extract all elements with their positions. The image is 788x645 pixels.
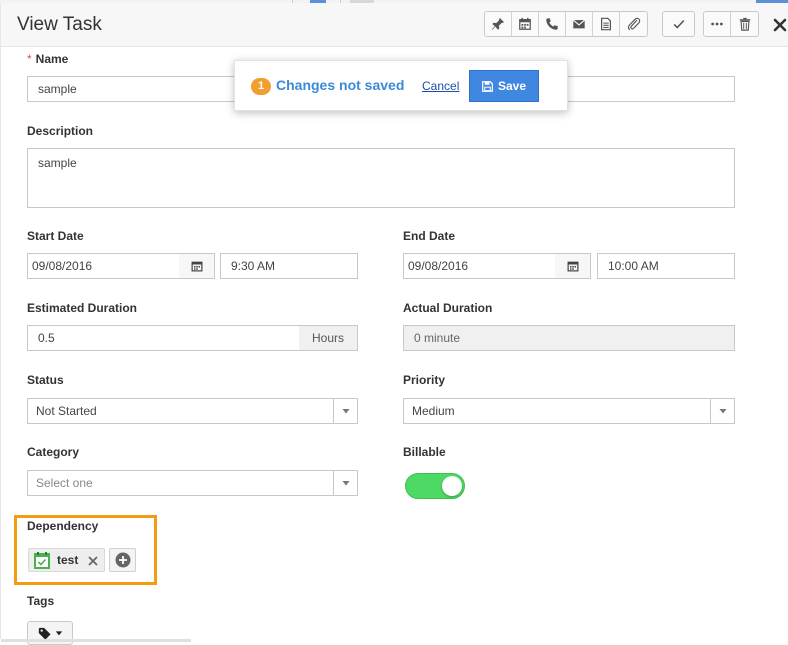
dropdown-arrow <box>333 471 357 495</box>
remove-icon[interactable] <box>87 555 99 567</box>
pin-icon <box>491 17 505 30</box>
bottom-divider <box>1 639 191 642</box>
toggle-knob <box>442 476 462 496</box>
dialog-header: View Task <box>1 3 788 47</box>
priority-selected-value: Medium <box>412 404 455 418</box>
unsaved-count-badge: 1 <box>251 78 271 95</box>
actual-duration-field: 0 minute <box>403 325 735 351</box>
billable-label: Billable <box>403 445 446 459</box>
close-icon[interactable] <box>772 17 788 33</box>
attachment-button[interactable] <box>620 12 647 36</box>
email-button[interactable] <box>566 12 593 36</box>
calendar-icon <box>191 261 202 272</box>
call-button[interactable] <box>539 12 566 36</box>
more-icon <box>711 22 723 26</box>
dependency-chip-label: test <box>57 553 79 567</box>
add-dependency-button[interactable] <box>109 548 136 572</box>
category-placeholder: Select one <box>36 476 93 490</box>
save-button[interactable]: Save <box>469 70 539 102</box>
caret-down-icon <box>342 409 349 414</box>
phone-icon <box>546 18 558 30</box>
status-label: Status <box>27 373 64 387</box>
save-button-label: Save <box>497 79 527 93</box>
floppy-disk-icon <box>482 80 493 92</box>
actual-duration-label: Actual Duration <box>403 301 493 315</box>
category-select[interactable]: Select one <box>27 470 358 496</box>
unsaved-changes-popup: 1 Changes not saved Cancel Save <box>234 60 568 111</box>
status-select[interactable]: Not Started <box>27 398 358 424</box>
dependency-chip[interactable]: test <box>28 548 105 572</box>
check-icon <box>673 19 684 29</box>
mark-complete-button[interactable] <box>663 12 694 36</box>
dependency-label: Dependency <box>27 519 99 533</box>
duration-unit-addon: Hours <box>299 325 358 351</box>
dropdown-arrow <box>710 399 734 423</box>
caret-down-icon <box>342 481 349 486</box>
cancel-link[interactable]: Cancel <box>422 79 459 93</box>
start-time-input[interactable]: 9:30 AM <box>220 253 358 279</box>
plus-circle-icon <box>115 552 130 568</box>
mail-icon <box>572 19 586 29</box>
toolbar-actions <box>484 11 648 37</box>
category-label: Category <box>27 445 80 459</box>
calendar-button[interactable] <box>512 12 539 36</box>
end-date-picker-button[interactable] <box>555 253 591 279</box>
calendar-icon <box>567 261 578 272</box>
end-time-input[interactable]: 10:00 AM <box>597 253 735 279</box>
priority-select[interactable]: Medium <box>403 398 735 424</box>
start-date-picker-button[interactable] <box>179 253 215 279</box>
name-label: * Name <box>27 52 68 66</box>
task-calendar-icon <box>34 552 50 569</box>
toolbar-more <box>703 11 759 37</box>
estimated-duration-input[interactable]: 0.5 <box>27 325 300 351</box>
toolbar-complete <box>662 11 695 37</box>
caret-down-icon <box>719 409 726 414</box>
pin-button[interactable] <box>485 12 512 36</box>
delete-button[interactable] <box>731 12 758 36</box>
end-date-input[interactable]: 09/08/2016 <box>403 253 556 279</box>
estimated-duration-label: Estimated Duration <box>27 301 138 315</box>
status-selected-value: Not Started <box>36 404 97 418</box>
caret-down-icon <box>55 631 62 636</box>
billable-toggle[interactable] <box>405 473 465 499</box>
start-date-input[interactable]: 09/08/2016 <box>27 253 180 279</box>
tags-label: Tags <box>27 594 55 608</box>
trash-icon <box>739 17 750 31</box>
more-button[interactable] <box>704 12 731 36</box>
description-label: Description <box>27 124 94 138</box>
required-marker: * <box>27 52 32 66</box>
start-date-label: Start Date <box>27 229 84 243</box>
priority-label: Priority <box>403 373 446 387</box>
unsaved-message: Changes not saved <box>276 77 405 93</box>
note-button[interactable] <box>593 12 620 36</box>
calendar-icon <box>519 17 531 30</box>
dialog-title: View Task <box>17 14 102 35</box>
paperclip-icon <box>627 17 640 31</box>
document-icon <box>601 17 611 31</box>
description-textarea[interactable]: sample <box>27 148 735 208</box>
dropdown-arrow <box>333 399 357 423</box>
tag-icon <box>38 627 51 640</box>
name-label-text: Name <box>35 52 69 66</box>
end-date-label: End Date <box>403 229 456 243</box>
